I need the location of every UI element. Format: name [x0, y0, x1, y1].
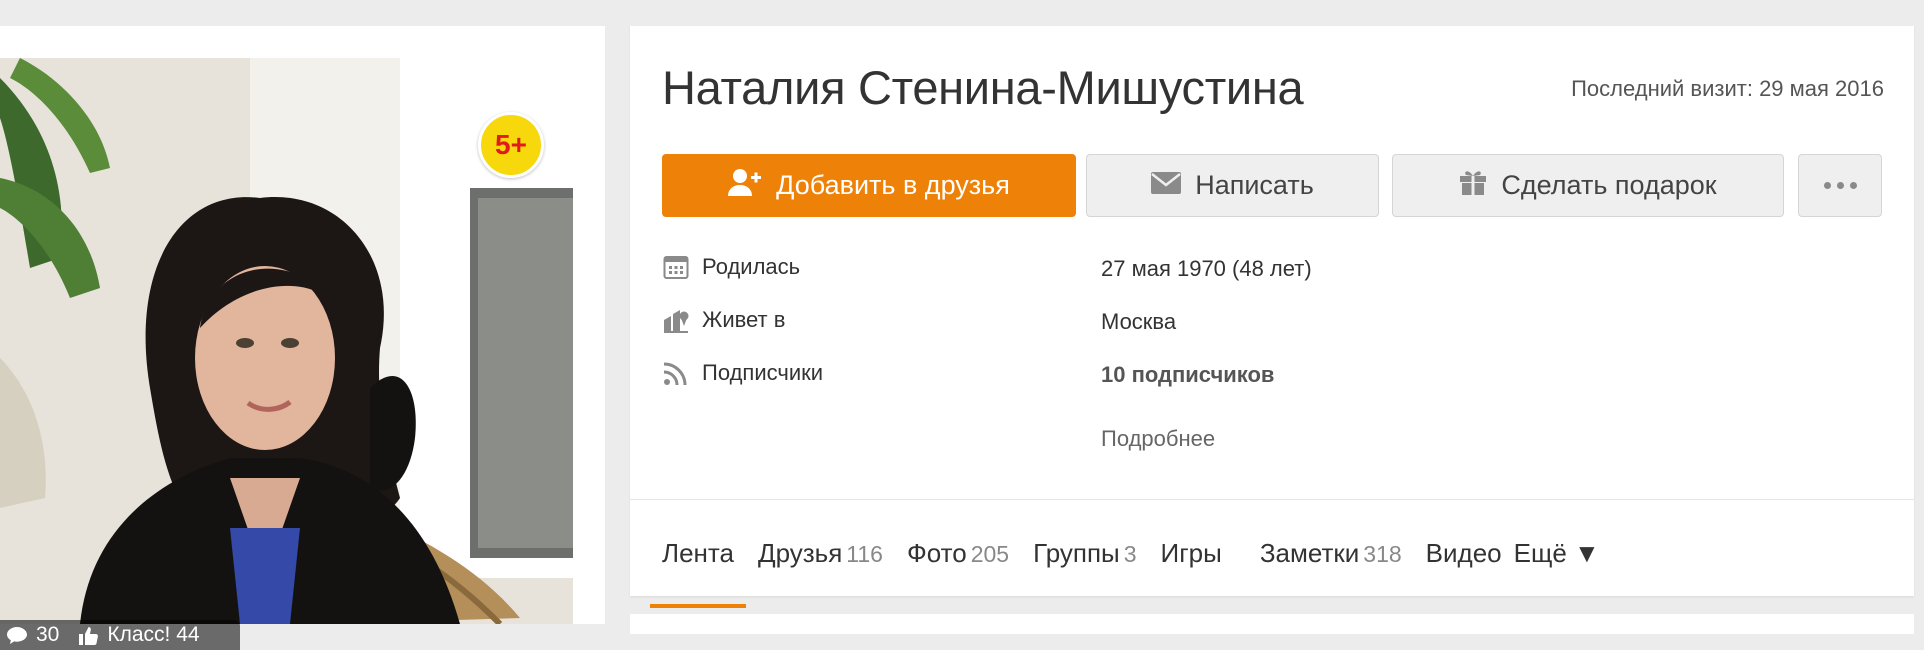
photo-stats-bar: 30 Класс! 44: [0, 620, 240, 650]
info-value-city[interactable]: Москва: [1101, 309, 1176, 335]
comment-icon[interactable]: [6, 625, 28, 645]
info-label-birth: Родилась: [702, 254, 801, 279]
add-friend-button[interactable]: Добавить в друзья: [662, 154, 1076, 217]
tab-friends[interactable]: Друзья 116: [746, 524, 895, 596]
info-label-followers: Подписчики: [702, 360, 824, 385]
profile-name: Наталия Стенина-Мишустина: [662, 61, 1304, 114]
last-visit: Последний визит: 29 мая 2016: [1571, 76, 1884, 101]
gift-label: Сделать подарок: [1501, 170, 1717, 200]
tab-video[interactable]: Видео: [1414, 524, 1514, 596]
location-icon: [662, 306, 690, 334]
tab-groups[interactable]: Группы 3: [1021, 524, 1148, 596]
info-label-city: Живет в: [702, 307, 786, 332]
info-row-birth: Родилась: [662, 252, 800, 282]
add-user-icon: [728, 167, 762, 204]
tab-games[interactable]: Игры: [1149, 524, 1234, 596]
add-friend-label: Добавить в друзья: [776, 170, 1010, 200]
class-count[interactable]: Класс! 44: [107, 623, 199, 647]
tab-groups-count: 3: [1123, 541, 1137, 567]
message-label: Написать: [1195, 170, 1314, 200]
rss-icon: [662, 359, 690, 387]
profile-tabs: Лента Друзья 116 Фото 205 Группы 3 Игры Зам…: [650, 524, 1612, 608]
avatar-card: 5+ 30 Класс! 44: [0, 26, 605, 650]
more-info-link[interactable]: Подробнее: [1101, 426, 1215, 452]
tab-feed[interactable]: Лента: [650, 524, 746, 608]
tab-photos[interactable]: Фото 205: [895, 524, 1021, 596]
info-row-city: Живет в: [662, 305, 785, 335]
like-icon[interactable]: [77, 624, 99, 646]
info-value-birth: 27 мая 1970 (48 лет): [1101, 256, 1312, 281]
comments-count: 30: [36, 623, 60, 646]
envelope-icon: [1151, 170, 1182, 201]
calendar-icon: [662, 253, 690, 281]
tab-photos-count: 205: [970, 541, 1010, 567]
gift-icon: [1459, 168, 1487, 203]
more-dots-icon: [1823, 182, 1831, 189]
card-divider: [630, 499, 1914, 500]
tab-friends-count: 116: [846, 541, 883, 567]
message-button[interactable]: Написать: [1086, 154, 1379, 217]
info-row-followers: Подписчики: [662, 358, 823, 388]
gift-button[interactable]: Сделать подарок: [1392, 154, 1784, 217]
profile-card: Наталия Стенина-Мишустина Последний визи…: [630, 26, 1914, 608]
tab-more[interactable]: Ещё ▼: [1514, 524, 1612, 596]
age-restriction-badge: 5+: [478, 112, 544, 178]
next-card-edge: [630, 614, 1914, 634]
more-actions-button[interactable]: [1798, 154, 1882, 217]
tab-notes[interactable]: Заметки 318: [1248, 524, 1414, 596]
tab-notes-count: 318: [1363, 541, 1402, 567]
info-value-followers[interactable]: 10 подписчиков: [1101, 362, 1274, 388]
